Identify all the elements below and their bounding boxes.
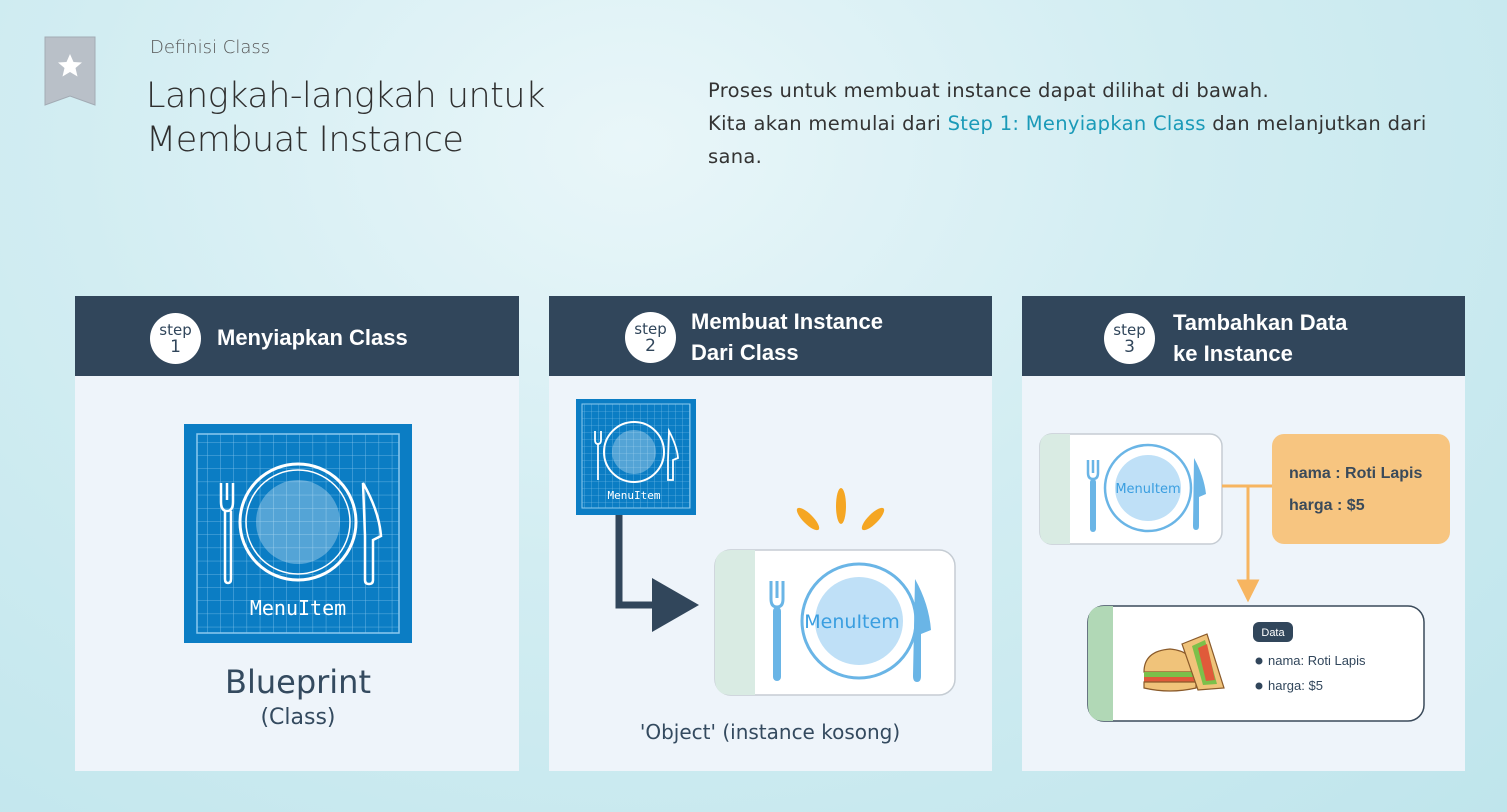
step3-badge-number: 3 <box>1124 337 1135 357</box>
data-line2: harga : $5 <box>1289 497 1365 514</box>
step2-title-line1: Membuat Instance <box>691 309 883 334</box>
step3-card: step 3 Tambahkan Data ke Instance MenuIt… <box>1022 296 1465 771</box>
sparkle-icon <box>796 488 885 531</box>
step1-title: Menyiapkan Class <box>217 325 408 350</box>
step2-badge: step 2 <box>625 312 676 363</box>
step2-badge-word: step <box>634 320 667 338</box>
step1-header: step 1 Menyiapkan Class <box>75 296 519 376</box>
step1-illustration: MenuItem Blueprint (Class) <box>184 424 412 730</box>
step1-link[interactable]: Step 1: Menyiapkan Class <box>948 112 1206 135</box>
step1-badge-word: step <box>159 321 192 339</box>
step3-title: Tambahkan Data ke Instance <box>1173 307 1347 369</box>
step3-badge: step 3 <box>1104 313 1155 364</box>
small-blueprint-label: MenuItem <box>608 489 661 502</box>
instance-card: Data nama: Roti Lapis harga: $5 <box>1087 605 1425 722</box>
step2-title-line2: Dari Class <box>691 340 799 365</box>
step3-header: step 3 Tambahkan Data ke Instance <box>1022 296 1465 376</box>
intro-text: Proses untuk membuat instance dapat dili… <box>708 74 1478 173</box>
page-title-line1: Langkah-langkah untuk <box>146 76 545 116</box>
step3-title-line2: ke Instance <box>1173 341 1293 366</box>
step2-caption: 'Object' (instance kosong) <box>640 720 900 744</box>
step1-body: MenuItem Blueprint (Class) <box>75 376 519 771</box>
step2-illustration: MenuItem MenuItem 'Object' (instance kos… <box>576 399 956 744</box>
bullet-1: nama: Roti Lapis <box>1268 653 1366 668</box>
object-card: MenuItem <box>714 549 956 696</box>
step1-caption-main: Blueprint <box>225 663 371 701</box>
object-label: MenuItem <box>804 611 899 633</box>
object-card-small: MenuItem <box>1039 433 1223 545</box>
blueprint-label: MenuItem <box>250 596 346 620</box>
data-line1: nama : Roti Lapis <box>1289 465 1422 482</box>
blueprint-image: MenuItem <box>184 424 412 643</box>
step3-illustration: MenuItem nama : Roti Lapis harga : $5 Da… <box>1039 433 1450 722</box>
step1-badge-number: 1 <box>170 337 181 357</box>
step1-badge: step 1 <box>150 313 201 364</box>
data-tag: Data <box>1261 627 1285 639</box>
step2-card: step 2 Membuat Instance Dari Class MenuI… <box>549 296 992 771</box>
step3-badge-word: step <box>1113 321 1146 339</box>
connector-lines <box>1222 484 1272 603</box>
page-title-line2: Membuat Instance <box>146 120 464 160</box>
step3-title-line1: Tambahkan Data <box>1173 310 1348 335</box>
step1-caption-sub: (Class) <box>260 705 335 730</box>
step2-title: Membuat Instance Dari Class <box>691 306 883 368</box>
intro-line2-prefix: Kita akan memulai dari <box>708 112 948 135</box>
breadcrumb[interactable]: Definisi Class <box>150 37 270 58</box>
intro-line1: Proses untuk membuat instance dapat dili… <box>708 79 1269 102</box>
page-title: Langkah-langkah untuk Membuat Instance <box>146 74 666 162</box>
step3-body: MenuItem nama : Roti Lapis harga : $5 Da… <box>1022 376 1465 771</box>
step2-header: step 2 Membuat Instance Dari Class <box>549 296 992 376</box>
step1-card: step 1 Menyiapkan Class MenuItem Bluepri… <box>75 296 519 771</box>
small-blueprint-image: MenuItem <box>576 399 696 515</box>
bookmark-icon[interactable] <box>44 36 96 106</box>
arrow-connector <box>615 515 699 632</box>
bullet-2: harga: $5 <box>1268 678 1323 693</box>
data-box: nama : Roti Lapis harga : $5 <box>1272 434 1450 544</box>
step2-badge-number: 2 <box>645 336 656 356</box>
object-small-label: MenuItem <box>1115 482 1180 497</box>
intro-line2: Kita akan memulai dari Step 1: Menyiapka… <box>708 107 1478 173</box>
step2-body: MenuItem MenuItem 'Object' (instance kos… <box>549 376 992 771</box>
